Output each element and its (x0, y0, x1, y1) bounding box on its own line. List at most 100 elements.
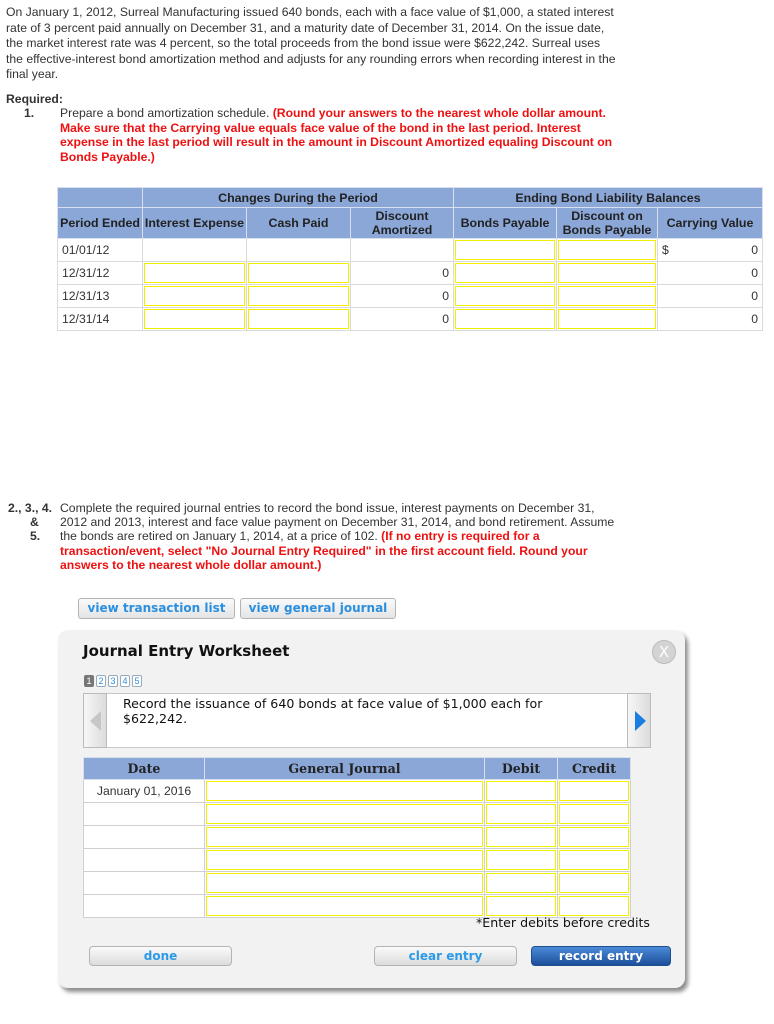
close-icon[interactable]: X (652, 640, 676, 664)
problem-statement: On January 1, 2012, Surreal Manufacturin… (6, 5, 616, 82)
discount-amortized-cell (350, 238, 454, 262)
journal-entry-worksheet: Journal Entry Worksheet X 1 2 3 4 5 Reco… (58, 630, 685, 988)
date-cell: January 01, 2016 (83, 779, 205, 803)
required-label: Required: (6, 92, 63, 106)
cash-paid-input[interactable] (248, 309, 349, 329)
bonds-payable-input[interactable] (455, 286, 555, 306)
header-ending-balances: Ending Bond Liability Balances (453, 187, 763, 208)
interest-expense-input[interactable] (144, 263, 245, 283)
interest-expense-cell (142, 238, 247, 262)
requirement-ampersand: & (30, 515, 39, 529)
page-2[interactable]: 2 (96, 675, 106, 687)
col-discount-on-bonds-payable: Discount on Bonds Payable (556, 207, 658, 239)
credit-input[interactable] (559, 827, 629, 847)
discount-amortized-cell: 0 (350, 261, 454, 285)
bond-amortization-table: Changes During the Period Ending Bond Li… (57, 187, 763, 331)
left-arrow-icon (90, 711, 101, 731)
col-debit: Debit (484, 757, 558, 780)
page-3[interactable]: 3 (108, 675, 118, 687)
col-credit: Credit (557, 757, 631, 780)
credit-input[interactable] (559, 896, 629, 916)
col-period-ended: Period Ended (57, 207, 143, 239)
credit-input[interactable] (559, 804, 629, 824)
transaction-description: Record the issuance of 640 bonds at face… (123, 696, 543, 726)
currency-symbol: $ (662, 243, 669, 257)
journal-row: January 01, 2016 (83, 779, 631, 803)
col-cash-paid: Cash Paid (246, 207, 351, 239)
debit-input[interactable] (486, 781, 556, 801)
page-5[interactable]: 5 (132, 675, 142, 687)
bonds-payable-input[interactable] (455, 263, 555, 283)
header-blank (57, 187, 143, 208)
period-cell: 12/31/13 (57, 284, 143, 308)
date-cell (83, 802, 205, 826)
discount-on-bp-input[interactable] (558, 286, 656, 306)
cash-paid-input[interactable] (248, 286, 349, 306)
debit-input[interactable] (486, 804, 556, 824)
date-cell (83, 848, 205, 872)
carrying-value: 0 (751, 243, 758, 257)
discount-amortized-cell: 0 (350, 307, 454, 331)
table-row: 01/01/12 $0 (57, 238, 763, 262)
period-cell: 12/31/12 (57, 261, 143, 285)
debit-input[interactable] (486, 896, 556, 916)
journal-row (83, 802, 631, 826)
page-1[interactable]: 1 (84, 675, 94, 687)
carrying-value-cell: 0 (657, 307, 763, 331)
table-row: 12/31/12 0 0 (57, 261, 763, 285)
account-input[interactable] (206, 804, 483, 824)
cash-paid-input[interactable] (248, 263, 349, 283)
date-cell (83, 894, 205, 918)
interest-expense-input[interactable] (144, 286, 245, 306)
page-4[interactable]: 4 (120, 675, 130, 687)
col-date: Date (83, 757, 205, 780)
cash-paid-cell (246, 238, 351, 262)
table-row: 12/31/13 0 0 (57, 284, 763, 308)
discount-on-bp-input[interactable] (558, 263, 656, 283)
interest-expense-input[interactable] (144, 309, 245, 329)
col-bonds-payable: Bonds Payable (453, 207, 557, 239)
date-cell (83, 871, 205, 895)
account-input[interactable] (206, 896, 483, 916)
account-input[interactable] (206, 873, 483, 893)
header-changes-during-period: Changes During the Period (142, 187, 454, 208)
requirement-text: Prepare a bond amortization schedule. (60, 106, 270, 120)
carrying-value-cell: $0 (657, 238, 763, 262)
bonds-payable-input[interactable] (455, 309, 555, 329)
col-general-journal: General Journal (204, 757, 485, 780)
credit-input[interactable] (559, 781, 629, 801)
debits-before-credits-note: *Enter debits before credits (476, 915, 650, 930)
view-general-journal-button[interactable]: view general journal (240, 598, 396, 619)
discount-on-bp-input[interactable] (558, 240, 656, 260)
account-input[interactable] (206, 850, 483, 870)
journal-table: Date General Journal Debit Credit Januar… (83, 757, 631, 918)
col-discount-amortized: Discount Amortized (350, 207, 454, 239)
requirement-numbers: 2., 3., 4. (8, 501, 53, 515)
journal-row (83, 848, 631, 872)
previous-arrow-button[interactable] (83, 693, 107, 748)
period-cell: 01/01/12 (57, 238, 143, 262)
credit-input[interactable] (559, 850, 629, 870)
debit-input[interactable] (486, 850, 556, 870)
date-cell (83, 825, 205, 849)
requirement-number: 1. (24, 106, 35, 120)
col-interest-expense: Interest Expense (142, 207, 247, 239)
carrying-value-cell: 0 (657, 261, 763, 285)
col-carrying-value: Carrying Value (657, 207, 763, 239)
credit-input[interactable] (559, 873, 629, 893)
table-row: 12/31/14 0 0 (57, 307, 763, 331)
debit-input[interactable] (486, 873, 556, 893)
debit-input[interactable] (486, 827, 556, 847)
account-input[interactable] (206, 781, 483, 801)
next-arrow-button[interactable] (627, 693, 651, 748)
account-input[interactable] (206, 827, 483, 847)
bonds-payable-input[interactable] (455, 240, 555, 260)
entry-pager: 1 2 3 4 5 (84, 675, 142, 687)
done-button[interactable]: done (89, 946, 232, 966)
clear-entry-button[interactable]: clear entry (374, 946, 517, 966)
discount-amortized-cell: 0 (350, 284, 454, 308)
record-entry-button[interactable]: record entry (531, 946, 671, 966)
journal-row (83, 825, 631, 849)
discount-on-bp-input[interactable] (558, 309, 656, 329)
view-transaction-list-button[interactable]: view transaction list (78, 598, 235, 619)
